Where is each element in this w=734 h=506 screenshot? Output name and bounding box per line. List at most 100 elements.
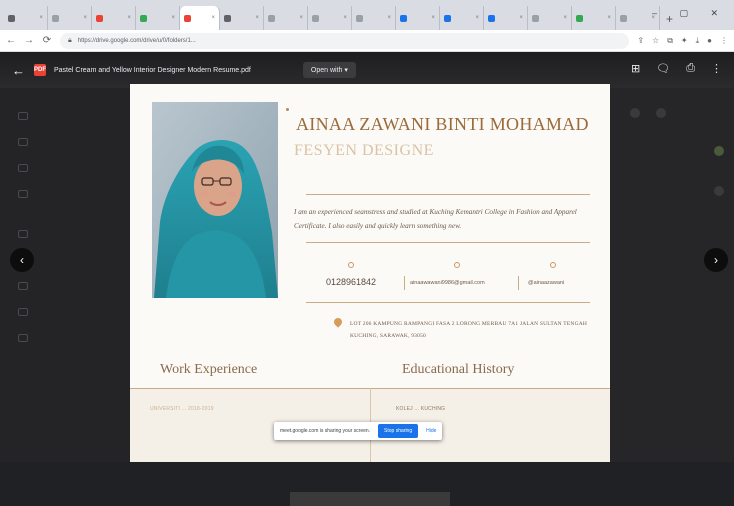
- tab-favicon-icon: [576, 14, 583, 22]
- comment-icon[interactable]: 🗨︎: [656, 62, 670, 75]
- window-controls[interactable]: – ▢ ✕: [652, 8, 728, 19]
- decorative-dot: [286, 108, 289, 111]
- add-to-drive-icon[interactable]: ⊞: [631, 62, 640, 75]
- previous-file-chevron-icon[interactable]: ‹: [10, 248, 34, 272]
- dimmed-icon: [630, 108, 640, 118]
- share-icon[interactable]: ⇪: [637, 36, 644, 45]
- sidebar-item-icon: [18, 230, 28, 238]
- sidebar-item: [18, 190, 38, 198]
- more-options-icon[interactable]: ⋮: [711, 62, 722, 75]
- viewer-top-bar: ← PDF Pastel Cream and Yellow Interior D…: [0, 52, 734, 88]
- tab-close-icon[interactable]: ×: [255, 15, 259, 21]
- browser-tab[interactable]: ×: [396, 6, 440, 30]
- divider: [306, 302, 590, 303]
- dark-strip: [290, 492, 450, 506]
- sidebar-item: [18, 112, 38, 120]
- star-icon[interactable]: ☆: [652, 36, 659, 45]
- drive-right-panel-dimmed: [610, 88, 734, 462]
- location-pin-icon: [332, 316, 344, 328]
- hide-button[interactable]: Hide: [426, 428, 436, 434]
- sidebar-item-icon: [18, 164, 28, 172]
- tab-close-icon[interactable]: ×: [83, 15, 87, 21]
- browser-tab-strip: × × × × × × × × × × × × × × × +: [0, 0, 734, 30]
- browser-tab[interactable]: ×: [136, 6, 180, 30]
- tab-close-icon[interactable]: ×: [171, 15, 175, 21]
- divider: [306, 194, 590, 195]
- tab-close-icon[interactable]: ×: [39, 15, 43, 21]
- sidebar-item-icon: [18, 190, 28, 198]
- tab-favicon-icon: [400, 14, 407, 22]
- browser-tab[interactable]: ×: [4, 6, 48, 30]
- browser-tab[interactable]: ×: [264, 6, 308, 30]
- tab-close-icon[interactable]: ×: [127, 15, 131, 21]
- tab-favicon-icon: [532, 14, 539, 22]
- contact-social: @ainaazawani: [528, 280, 565, 286]
- tab-favicon-icon: [444, 14, 451, 22]
- sidebar-item-icon: [18, 138, 28, 146]
- tab-favicon-icon: [52, 14, 59, 22]
- resume-role: FESYEN DESIGNE: [294, 142, 434, 159]
- social-icon: [550, 262, 556, 268]
- tab-close-icon[interactable]: ×: [475, 15, 479, 21]
- browser-tab[interactable]: ×: [220, 6, 264, 30]
- work-entry-faint: UNIVERSITI ... 2018-2019: [150, 406, 214, 412]
- tab-favicon-icon: [312, 14, 319, 22]
- dimmed-icon: [714, 186, 724, 196]
- sidebar-item: [18, 282, 38, 290]
- close-viewer-arrow-icon[interactable]: ←: [12, 63, 30, 78]
- drive-sidebar-dimmed: [0, 88, 130, 462]
- contact-phone: 0128961842: [326, 277, 377, 287]
- browser-tab[interactable]: ×: [484, 6, 528, 30]
- browser-tab[interactable]: ×: [352, 6, 396, 30]
- sidebar-item-icon: [18, 282, 28, 290]
- profile-photo: [152, 102, 278, 298]
- tab-close-icon[interactable]: ×: [299, 15, 303, 21]
- tab-close-icon[interactable]: ×: [343, 15, 347, 21]
- tab-close-icon[interactable]: ×: [563, 15, 567, 21]
- back-icon[interactable]: ←: [6, 35, 16, 46]
- sidebar-item: [18, 334, 38, 342]
- browser-tab[interactable]: ×: [308, 6, 352, 30]
- profile-icon[interactable]: ●: [707, 36, 712, 45]
- tab-close-icon[interactable]: ×: [431, 15, 435, 21]
- file-title: Pastel Cream and Yellow Interior Designe…: [54, 66, 251, 74]
- puzzle-icon[interactable]: ✦: [681, 36, 688, 45]
- url-text: https://drive.google.com/drive/u/0/folde…: [77, 37, 196, 44]
- stop-sharing-button[interactable]: Stop sharing: [378, 424, 419, 438]
- forward-icon[interactable]: →: [24, 35, 34, 46]
- tab-favicon-icon: [140, 14, 147, 22]
- resume-page[interactable]: AINAA ZAWANI BINTI MOHAMAD FESYEN DESIGN…: [130, 84, 610, 462]
- browser-tab[interactable]: ×: [572, 6, 616, 30]
- lock-icon: 🔒︎: [68, 36, 72, 44]
- browser-tab[interactable]: ×: [528, 6, 572, 30]
- browser-tab[interactable]: ×: [92, 6, 136, 30]
- sidebar-item-icon: [18, 334, 28, 342]
- browser-tab[interactable]: ×: [180, 6, 220, 30]
- download-icon[interactable]: ⤓: [696, 36, 700, 46]
- sidebar-item: [18, 230, 38, 238]
- address-bar[interactable]: 🔒︎ https://drive.google.com/drive/u/0/fo…: [60, 32, 630, 49]
- tab-close-icon[interactable]: ×: [607, 15, 611, 21]
- browser-tab[interactable]: ×: [440, 6, 484, 30]
- edu-entry-faint: KOLEJ ... KUCHING: [396, 406, 446, 412]
- tab-favicon-icon: [356, 14, 363, 22]
- sidebar-item: [18, 308, 38, 316]
- tab-close-icon[interactable]: ×: [519, 15, 523, 21]
- profile-photo-graphic: [152, 102, 278, 298]
- next-file-chevron-icon[interactable]: ›: [704, 248, 728, 272]
- contact-separator: [518, 276, 519, 290]
- tab-close-icon[interactable]: ×: [211, 15, 215, 21]
- print-icon[interactable]: ⎙: [686, 62, 695, 75]
- dimmed-icon: [656, 108, 666, 118]
- reload-icon[interactable]: ⟳: [42, 35, 52, 46]
- extension-icon[interactable]: ⧉: [667, 36, 673, 46]
- tab-favicon-icon: [8, 14, 15, 22]
- screen-share-notification: meet.google.com is sharing your screen. …: [274, 422, 443, 440]
- menu-icon[interactable]: ⋮: [720, 36, 728, 45]
- browser-tab[interactable]: ×: [48, 6, 92, 30]
- open-with-button[interactable]: Open with ▾: [302, 62, 356, 78]
- tab-favicon-icon: [224, 14, 231, 22]
- pdf-file-icon: PDF: [34, 64, 46, 76]
- tab-close-icon[interactable]: ×: [387, 15, 391, 21]
- tab-favicon-icon: [184, 14, 191, 22]
